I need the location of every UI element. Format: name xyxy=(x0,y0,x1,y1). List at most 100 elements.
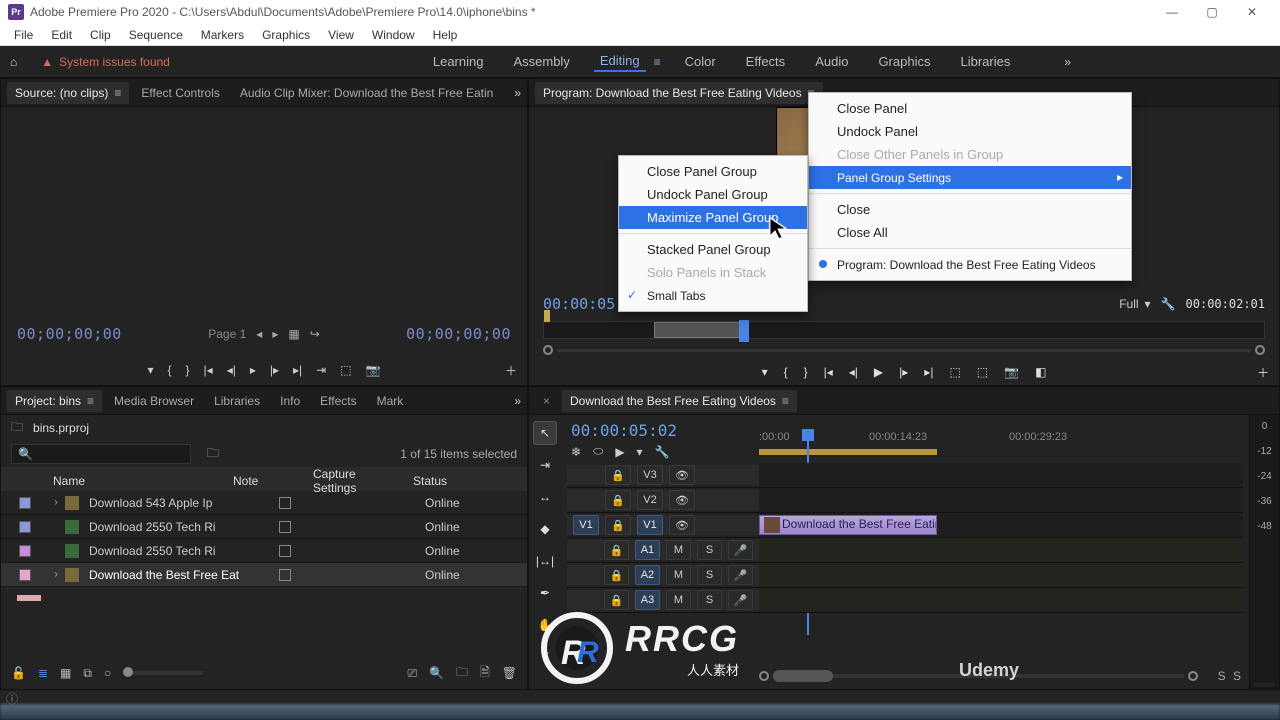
timeline-ruler[interactable]: :00:00 00:00:14:23 00:00:29:23 xyxy=(759,431,1243,455)
menu-file[interactable]: File xyxy=(6,26,41,44)
note-checkbox[interactable] xyxy=(279,521,291,533)
find-icon[interactable]: 🔍 xyxy=(429,666,444,680)
mark-out-icon[interactable]: } xyxy=(186,363,190,377)
menu-help[interactable]: Help xyxy=(425,26,466,44)
panel-menu-icon[interactable]: ≡ xyxy=(114,86,121,100)
type-tool-icon[interactable]: T xyxy=(533,645,557,669)
video-track-v1[interactable]: V1 🔒 V1 👁 Download the Best Free Eating … xyxy=(567,513,1243,538)
col-note[interactable]: Note xyxy=(227,474,307,488)
mute-icon[interactable]: M xyxy=(666,540,691,560)
source-tc-out[interactable]: 00;00;00;00 xyxy=(406,325,511,343)
lock-icon[interactable]: 🔒 xyxy=(604,565,629,585)
col-status[interactable]: Status xyxy=(407,474,507,488)
tab-effect-controls[interactable]: Effect Controls xyxy=(133,82,227,104)
tab-media-browser[interactable]: Media Browser xyxy=(106,390,202,412)
menu-program-item[interactable]: Program: Download the Best Free Eating V… xyxy=(809,253,1131,276)
note-checkbox[interactable] xyxy=(279,545,291,557)
zoom-slider-dot[interactable]: ○ xyxy=(104,666,111,680)
source-tc-in[interactable]: 00;00;00;00 xyxy=(17,325,122,343)
voice-over-icon[interactable]: 🎤 xyxy=(728,590,753,610)
workspace-graphics[interactable]: Graphics xyxy=(872,52,936,71)
button-editor-icon[interactable]: ＋ xyxy=(505,362,517,379)
new-item-icon[interactable]: 🗎 xyxy=(480,663,490,684)
lock-icon[interactable]: 🔒 xyxy=(605,515,631,535)
go-out-icon[interactable]: ▸| xyxy=(293,363,302,377)
overwrite-icon[interactable]: ↪ xyxy=(310,327,320,341)
automate-to-sequence-icon[interactable]: ⎚ xyxy=(408,666,418,681)
label-chip[interactable] xyxy=(19,569,31,581)
audio-track-a1[interactable]: 🔒 A1 M S 🎤 xyxy=(567,538,1243,563)
tab-sequence[interactable]: Download the Best Free Eating Videos≡ xyxy=(562,390,797,412)
workspace-editing[interactable]: Editing xyxy=(594,51,646,72)
go-in-icon[interactable]: |◂ xyxy=(824,365,833,379)
workspace-audio[interactable]: Audio xyxy=(809,52,854,71)
next-page-icon[interactable]: ▸ xyxy=(272,327,278,341)
menu-undock-panel[interactable]: Undock Panel xyxy=(809,120,1131,143)
mute-icon[interactable]: M xyxy=(666,590,691,610)
mute-icon[interactable]: M xyxy=(666,565,691,585)
system-issues-warn[interactable]: ▲ System issues found xyxy=(41,55,170,69)
menu-edit[interactable]: Edit xyxy=(43,26,80,44)
writable-icon[interactable]: 🔓 xyxy=(11,666,26,680)
slip-tool-icon[interactable]: |↔| xyxy=(533,549,557,573)
video-track-v3[interactable]: 🔒 V3 👁 xyxy=(567,463,1243,488)
mark-in-icon[interactable]: { xyxy=(168,363,172,377)
work-area-bar[interactable] xyxy=(759,449,937,455)
minimize-button[interactable]: — xyxy=(1152,0,1192,24)
panel-menu-icon[interactable]: ≡ xyxy=(87,394,94,408)
overwrite-icon2[interactable]: ⬚ xyxy=(340,363,351,377)
track-name[interactable]: V2 xyxy=(637,490,663,510)
lift-icon[interactable]: ⬚ xyxy=(949,365,960,379)
audio-track-a2[interactable]: 🔒 A2 M S 🎤 xyxy=(567,563,1243,588)
track-select-tool-icon[interactable]: ⇥ xyxy=(533,453,557,477)
ripple-edit-tool-icon[interactable]: ↔ xyxy=(533,485,557,509)
solo-icon[interactable]: S xyxy=(697,540,722,560)
tab-program[interactable]: Program: Download the Best Free Eating V… xyxy=(535,82,823,104)
step-back-icon[interactable]: ◂| xyxy=(227,363,236,377)
video-track-v2[interactable]: 🔒 V2 👁 xyxy=(567,488,1243,513)
lock-icon[interactable]: 🔒 xyxy=(604,590,629,610)
home-icon[interactable]: ⌂ xyxy=(10,55,17,69)
go-out-icon[interactable]: ▸| xyxy=(924,365,933,379)
workspace-assembly[interactable]: Assembly xyxy=(507,52,575,71)
workspace-editing-menu-icon[interactable]: ≡ xyxy=(654,55,661,69)
track-name[interactable]: A3 xyxy=(635,590,660,610)
voice-over-icon[interactable]: 🎤 xyxy=(728,565,753,585)
source-page-indicator[interactable]: Page 1 xyxy=(208,327,246,341)
menu-close-panel-group[interactable]: Close Panel Group xyxy=(619,160,807,183)
pen-tool-icon[interactable]: ✒ xyxy=(533,581,557,605)
menu-undock-panel-group[interactable]: Undock Panel Group xyxy=(619,183,807,206)
new-bin-icon[interactable]: 🗀 xyxy=(456,663,468,684)
tab-source[interactable]: Source: (no clips)≡ xyxy=(7,82,129,104)
close-sequence-icon[interactable]: × xyxy=(535,390,558,412)
track-name[interactable]: V1 xyxy=(637,515,663,535)
list-view-icon[interactable]: ≣ xyxy=(38,666,48,680)
workspace-libraries[interactable]: Libraries xyxy=(954,52,1016,71)
menu-panel-group-settings[interactable]: Panel Group Settings▸ xyxy=(809,166,1131,189)
extract-icon[interactable]: ⬚ xyxy=(977,365,988,379)
tab-audio-clip-mixer[interactable]: Audio Clip Mixer: Download the Best Free… xyxy=(232,82,501,104)
lock-icon[interactable]: 🔒 xyxy=(605,490,631,510)
selection-tool-icon[interactable]: ↖ xyxy=(533,421,557,445)
workspace-overflow-icon[interactable]: » xyxy=(1064,55,1071,69)
project-row[interactable]: › Download the Best Free Eat Online xyxy=(1,563,527,587)
insert-icon[interactable]: ⇥ xyxy=(316,363,326,377)
export-frame-icon[interactable]: 📷 xyxy=(1004,365,1019,379)
solo-icon[interactable]: S xyxy=(697,565,722,585)
note-checkbox[interactable] xyxy=(279,569,291,581)
tab-project[interactable]: Project: bins≡ xyxy=(7,390,102,412)
add-marker-icon[interactable]: ▾ xyxy=(147,363,153,377)
tab-effects[interactable]: Effects xyxy=(312,390,364,412)
tab-info[interactable]: Info xyxy=(272,390,308,412)
menu-window[interactable]: Window xyxy=(364,26,423,44)
export-frame-icon[interactable]: 📷 xyxy=(366,363,381,377)
play-icon[interactable]: ▶ xyxy=(874,365,883,379)
program-zoom-select[interactable]: Full ▾ xyxy=(1119,297,1150,311)
go-in-icon[interactable]: |◂ xyxy=(204,363,213,377)
close-window-button[interactable]: ✕ xyxy=(1232,0,1272,24)
maximize-button[interactable]: ▢ xyxy=(1192,0,1232,24)
label-chip[interactable] xyxy=(19,545,31,557)
settings-icon[interactable]: 🔧 xyxy=(655,445,670,459)
workspace-learning[interactable]: Learning xyxy=(427,52,490,71)
marker-icon[interactable]: ▾ xyxy=(637,445,643,459)
